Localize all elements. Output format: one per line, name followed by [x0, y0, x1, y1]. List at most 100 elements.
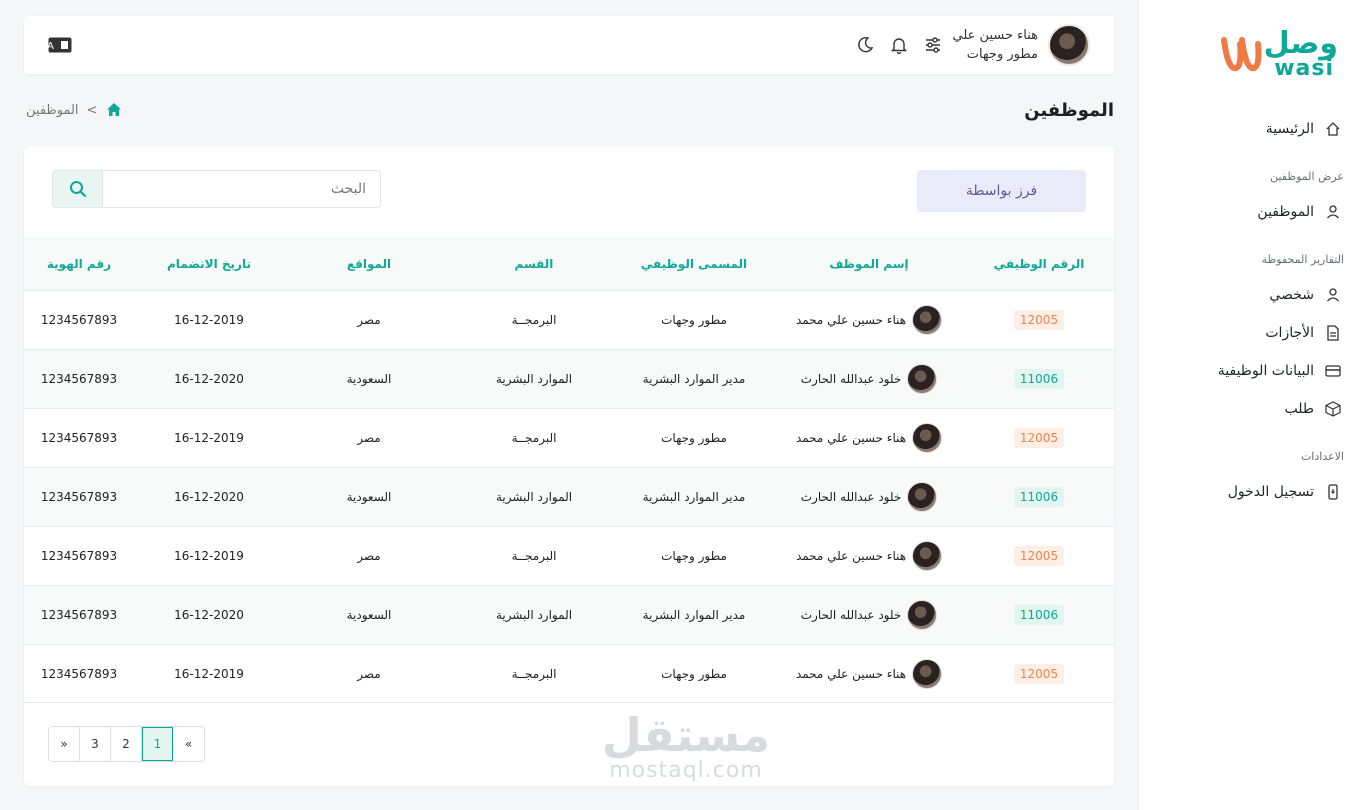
search-input[interactable] [102, 170, 381, 208]
page-prev-button[interactable]: « [173, 727, 204, 761]
cell-title: مدير الموارد البشرية [642, 490, 746, 504]
cell-name: خلود عبدالله الحارث [774, 600, 964, 630]
page-title: الموظفين [1024, 100, 1114, 121]
page-next-button[interactable]: » [49, 727, 80, 761]
cell-title: مدير الموارد البشرية [642, 372, 746, 386]
cell-department: الموارد البشرية [495, 608, 573, 622]
employee-name: خلود عبدالله الحارث [800, 608, 902, 622]
employee-name: هناء حسين علي محمد [795, 549, 907, 563]
cell-name: هناء حسين علي محمد [774, 658, 964, 689]
cell-join-date: 16-12-2019 [174, 431, 244, 445]
user-icon [1324, 286, 1342, 304]
avatar [907, 600, 938, 630]
watermark-en: mostaql.com [609, 758, 763, 783]
cell-emp-id: 11006 [964, 605, 1114, 625]
employee-name: هناء حسين علي محمد [795, 431, 907, 445]
table-row[interactable]: 12005 هناء حسين علي محمد مطور وجهات البرمجـ… [24, 290, 1114, 349]
filter-sliders-icon[interactable] [923, 35, 943, 55]
cell-emp-id: 11006 [964, 487, 1114, 507]
table-row[interactable]: 11006 خلود عبدالله الحارث مدير الموارد الب… [24, 349, 1114, 408]
cell-name: هناء حسين علي محمد [774, 305, 964, 335]
sidebar-item-leaves[interactable]: الأجازات [1138, 314, 1366, 352]
cell-emp-id: 12005 [964, 546, 1114, 566]
cell-name: خلود عبدالله الحارث [774, 482, 964, 512]
sidebar-item-label: شخصي [1269, 287, 1314, 303]
cell-location: السعودية [346, 372, 392, 386]
cell-join-date: 16-12-2020 [174, 490, 244, 504]
page-1-button[interactable]: 1 [142, 727, 173, 761]
cell-id-number: 1234567893 [40, 490, 118, 504]
language-toggle-icon[interactable]: A [48, 37, 72, 53]
table-row[interactable]: 12005 هناء حسين علي محمد مطور وجهات البرمجـ… [24, 408, 1114, 467]
col-emp-id[interactable]: الرقم الوظيفي [964, 257, 1114, 271]
cell-id-number: 1234567893 [40, 666, 118, 681]
sidebar-item-label: الرئيسية [1265, 121, 1314, 137]
page-3-button[interactable]: 3 [80, 727, 111, 761]
table-row[interactable]: 12005 هناء حسين علي محمد مطور وجهات البرمجـ… [24, 526, 1114, 585]
cell-department: البرمجــة [511, 431, 557, 445]
employee-name: هناء حسين علي محمد [795, 313, 907, 327]
search-button[interactable] [52, 170, 102, 208]
col-location[interactable]: المواقع [284, 257, 454, 271]
search-box [52, 170, 381, 208]
box-icon [1324, 400, 1342, 418]
cell-department: الموارد البشرية [495, 490, 573, 504]
cell-id-number: 1234567893 [40, 431, 118, 445]
employees-table: الرقم الوظيفي إسم الموظف المسمى الوظيفي … [24, 237, 1114, 703]
cell-department: البرمجــة [511, 666, 557, 681]
breadcrumb-current: الموظفين [26, 102, 79, 118]
employee-name: هناء حسين علي محمد [795, 666, 907, 681]
avatar [912, 658, 943, 689]
table-body: 12005 هناء حسين علي محمد مطور وجهات البرمجـ… [24, 290, 1114, 703]
user-name: هناء حسين علي [952, 27, 1038, 43]
sidebar-item-job-data[interactable]: البيانات الوظيفية [1138, 352, 1366, 390]
avatar [907, 482, 938, 512]
emp-id-badge: 11006 [1013, 369, 1065, 389]
cell-location: مصر [357, 666, 381, 681]
sidebar-item-label: البيانات الوظيفية [1217, 363, 1314, 379]
emp-id-badge: 12005 [1013, 428, 1065, 448]
cell-name: خلود عبدالله الحارث [774, 364, 964, 394]
emp-id-badge: 11006 [1013, 605, 1065, 625]
sort-button[interactable]: فرز بواسطة [917, 170, 1086, 212]
user-role: مطور وجهات [966, 47, 1038, 62]
cell-location: مصر [357, 431, 381, 445]
breadcrumb-separator: > [86, 102, 98, 118]
sidebar-nav: الرئيسية عرض الموظفين الموظفين التقارير … [1138, 110, 1366, 511]
user-area: هناء حسين علي مطور وجهات [839, 24, 1090, 66]
sidebar-item-label: تسجيل الدخول [1227, 484, 1314, 500]
cell-title: مطور وجهات [661, 666, 727, 681]
col-department[interactable]: القسم [454, 257, 614, 271]
sidebar-item-home[interactable]: الرئيسية [1138, 110, 1366, 148]
sidebar-item-employees[interactable]: الموظفين [1138, 193, 1366, 231]
sidebar-item-label: الأجازات [1265, 325, 1314, 341]
cell-title: مطور وجهات [661, 313, 727, 327]
brand-logo[interactable]: وصل wasi [1212, 24, 1342, 84]
emp-id-badge: 12005 [1013, 310, 1065, 330]
moon-icon[interactable] [855, 35, 875, 55]
nav-section-reports: التقارير المحفوظة [1261, 253, 1344, 266]
user-info: هناء حسين علي مطور وجهات [953, 26, 1038, 65]
table-row[interactable]: 12005 هناء حسين علي محمد مطور وجهات البرمجـ… [24, 644, 1114, 703]
document-icon [1324, 324, 1342, 342]
col-name[interactable]: إسم الموظف [774, 257, 964, 271]
col-title[interactable]: المسمى الوظيفي [614, 257, 774, 271]
page-2-button[interactable]: 2 [111, 727, 142, 761]
pagination: » 3 2 1 « [48, 726, 205, 762]
emp-id-badge: 12005 [1013, 546, 1065, 566]
nav-section-settings: الاعدادات [1300, 450, 1344, 463]
cell-location: مصر [357, 313, 381, 327]
emp-id-badge: 11006 [1013, 487, 1065, 507]
home-icon[interactable] [105, 101, 123, 119]
table-row[interactable]: 11006 خلود عبدالله الحارث مدير الموارد الب… [24, 585, 1114, 644]
col-id-number[interactable]: رقم الهوية [24, 257, 134, 271]
cell-join-date: 16-12-2019 [174, 666, 244, 681]
avatar[interactable] [1048, 24, 1090, 66]
sidebar-item-personal[interactable]: شخصي [1138, 276, 1366, 314]
sidebar-item-login[interactable]: تسجيل الدخول [1138, 473, 1366, 511]
bell-icon[interactable] [889, 35, 909, 55]
cell-department: البرمجــة [511, 313, 557, 327]
table-row[interactable]: 11006 خلود عبدالله الحارث مدير الموارد الب… [24, 467, 1114, 526]
col-join-date[interactable]: تاريخ الانضمام [134, 257, 284, 271]
sidebar-item-request[interactable]: طلب [1138, 390, 1366, 428]
